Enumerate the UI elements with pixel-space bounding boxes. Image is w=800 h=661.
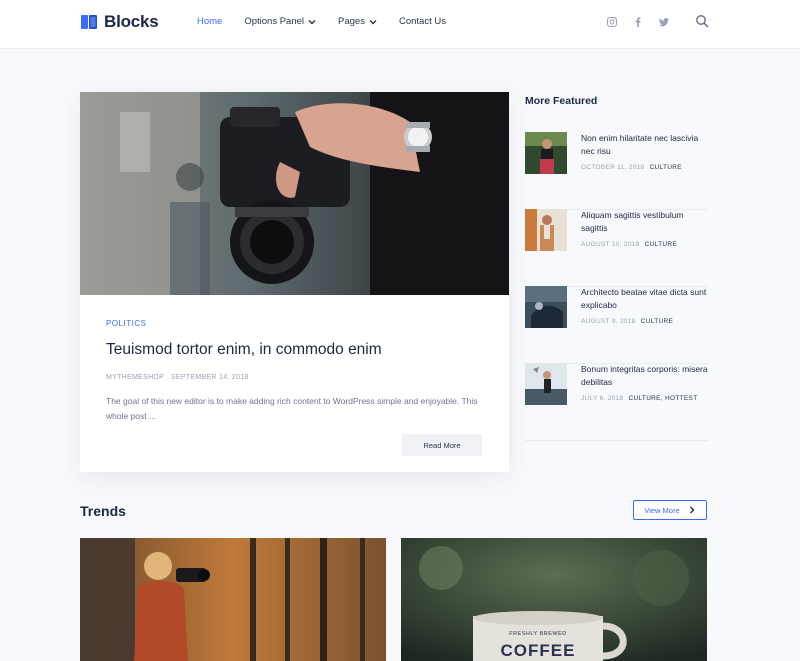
view-more-button[interactable]: View More — [633, 500, 707, 520]
read-more-button[interactable]: Read More — [402, 434, 482, 456]
logo-text: Blocks — [104, 12, 159, 31]
trend-card-coffee[interactable]: FRESHLY BREWED COFFEE — [401, 538, 707, 661]
search-icon[interactable] — [695, 14, 709, 28]
main-nav: Home Options Panel Pages Contact Us — [197, 16, 468, 27]
list-item-date: OCTOBER 11, 2018 — [581, 164, 645, 171]
site-logo[interactable]: Blocks — [80, 12, 159, 32]
trend-card-photographer[interactable] — [80, 538, 386, 661]
featured-post-meta: MYTHEMESHOP SEPTEMBER 14, 2018 — [106, 374, 249, 381]
list-item[interactable]: Aliquam sagittis vestibulum sagittis AUG… — [525, 209, 708, 287]
nav-options-panel[interactable]: Options Panel — [244, 16, 316, 27]
list-item-title[interactable]: Non enim hilaritate nec lascivia nec ris… — [581, 132, 708, 158]
list-item-category[interactable]: CULTURE — [650, 164, 682, 171]
featured-post-image[interactable] — [80, 92, 509, 295]
list-item-meta: OCTOBER 11, 2018 CULTURE — [581, 164, 708, 171]
list-item-meta: AUGUST 10, 2018 CULTURE — [581, 241, 708, 248]
trends-heading: Trends — [80, 503, 126, 519]
facebook-icon[interactable] — [632, 16, 644, 28]
mug-subtext: FRESHLY BREWED — [509, 631, 567, 637]
featured-post-excerpt: The goal of this new editor is to make a… — [106, 396, 478, 421]
chevron-down-icon — [308, 19, 316, 24]
mug-text: COFFEE — [500, 641, 576, 660]
nav-pages[interactable]: Pages — [338, 16, 377, 27]
list-item-text: Non enim hilaritate nec lascivia nec ris… — [581, 132, 708, 171]
more-featured-heading: More Featured — [525, 95, 598, 107]
chevron-down-icon — [369, 19, 377, 24]
featured-post-author[interactable]: MYTHEMESHOP — [106, 374, 164, 381]
list-item[interactable]: Bonum integritas corporis: misera debili… — [525, 363, 708, 441]
logo-icon — [81, 15, 97, 29]
list-item-category[interactable]: CULTURE — [645, 241, 677, 248]
list-item-text: Bonum integritas corporis: misera debili… — [581, 363, 708, 402]
list-item-title[interactable]: Bonum integritas corporis: misera debili… — [581, 363, 708, 389]
chevron-right-icon — [689, 506, 695, 514]
featured-post-card: POLITICS Teuismod tortor enim, in commod… — [80, 92, 509, 472]
list-item-meta: AUGUST 9, 2018 CULTURE — [581, 318, 708, 325]
featured-post-category[interactable]: POLITICS — [106, 319, 146, 328]
nav-home-label: Home — [197, 16, 223, 27]
site-header: Blocks Home Options Panel Pages Contact … — [0, 0, 800, 48]
list-item-title[interactable]: Aliquam sagittis vestibulum sagittis — [581, 209, 708, 235]
nav-options-panel-label: Options Panel — [244, 16, 305, 27]
list-item-category[interactable]: CULTURE — [641, 318, 673, 325]
list-item-category[interactable]: CULTURE, HOTTEST — [629, 395, 698, 402]
post-thumbnail[interactable] — [525, 209, 567, 251]
nav-home[interactable]: Home — [197, 16, 222, 27]
list-item-date: JULY 6, 2018 — [581, 395, 624, 402]
featured-post-date: SEPTEMBER 14, 2018 — [170, 374, 249, 381]
nav-contact-us-label: Contact Us — [398, 16, 446, 27]
list-item-text: Aliquam sagittis vestibulum sagittis AUG… — [581, 209, 708, 248]
list-item-meta: JULY 6, 2018 CULTURE, HOTTEST — [581, 395, 708, 402]
post-thumbnail[interactable] — [525, 286, 567, 328]
view-more-label: View More — [644, 505, 680, 515]
list-item-text: Architecto beatae vitae dicta sunt expli… — [581, 286, 708, 325]
list-item[interactable]: Non enim hilaritate nec lascivia nec ris… — [525, 132, 708, 210]
list-item-date: AUGUST 10, 2018 — [581, 241, 640, 248]
list-item-date: AUGUST 9, 2018 — [581, 318, 636, 325]
twitter-icon[interactable] — [658, 16, 670, 28]
featured-post-title[interactable]: Teuismod tortor enim, in commodo enim — [106, 341, 382, 359]
social-links — [606, 16, 684, 28]
instagram-icon[interactable] — [606, 16, 618, 28]
post-thumbnail[interactable] — [525, 363, 567, 405]
list-item-title[interactable]: Architecto beatae vitae dicta sunt expli… — [581, 286, 708, 312]
list-item[interactable]: Architecto beatae vitae dicta sunt expli… — [525, 286, 708, 364]
nav-contact-us[interactable]: Contact Us — [399, 16, 446, 27]
post-thumbnail[interactable] — [525, 132, 567, 174]
nav-pages-label: Pages — [338, 16, 365, 27]
